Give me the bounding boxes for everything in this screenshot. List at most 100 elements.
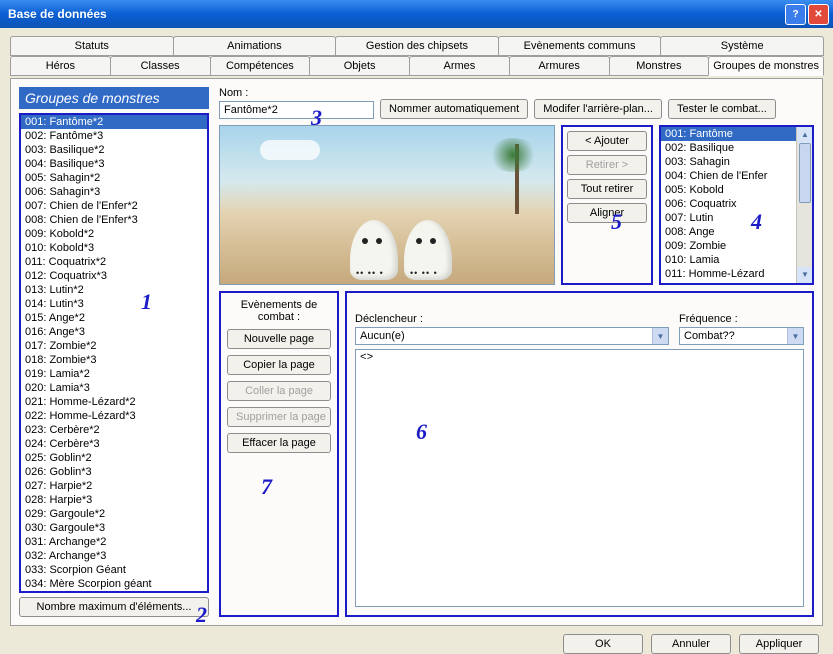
clear-page-button[interactable]: Effacer la page xyxy=(227,433,331,453)
scrollbar[interactable]: ▲ ▼ xyxy=(796,127,812,283)
battle-preview[interactable] xyxy=(219,125,555,285)
tab-heroes[interactable]: Héros xyxy=(10,56,111,76)
chevron-down-icon[interactable]: ▼ xyxy=(787,328,803,344)
tab-chipsets[interactable]: Gestion des chipsets xyxy=(335,36,499,56)
list-item[interactable]: 011: Homme-Lézard xyxy=(661,267,812,281)
frequency-label: Fréquence : xyxy=(679,313,804,325)
trigger-label: Déclencheur : xyxy=(355,313,669,325)
list-item[interactable]: 028: Harpie*3 xyxy=(21,493,207,507)
add-monster-button[interactable]: < Ajouter xyxy=(567,131,647,151)
list-item[interactable]: 027: Harpie*2 xyxy=(21,479,207,493)
tab-weapons[interactable]: Armes xyxy=(409,56,510,76)
tab-common-events[interactable]: Evènements communs xyxy=(498,36,662,56)
list-item[interactable]: 013: Lutin*2 xyxy=(21,283,207,297)
monster-sprite[interactable] xyxy=(350,220,398,280)
chevron-down-icon[interactable]: ▼ xyxy=(652,328,668,344)
apply-button[interactable]: Appliquer xyxy=(739,634,819,654)
list-item[interactable]: 011: Coquatrix*2 xyxy=(21,255,207,269)
list-item[interactable]: 033: Scorpion Géant xyxy=(21,563,207,577)
list-item[interactable]: 015: Ange*2 xyxy=(21,311,207,325)
list-item[interactable]: 032: Archange*3 xyxy=(21,549,207,563)
list-item[interactable]: 012: Coquatrix*3 xyxy=(21,269,207,283)
list-item[interactable]: 003: Basilique*2 xyxy=(21,143,207,157)
tab-armors[interactable]: Armures xyxy=(509,56,610,76)
list-item[interactable]: 004: Basilique*3 xyxy=(21,157,207,171)
list-item[interactable]: 017: Zombie*2 xyxy=(21,339,207,353)
list-item[interactable]: 018: Zombie*3 xyxy=(21,353,207,367)
name-label: Nom : xyxy=(219,87,374,99)
list-item[interactable]: 005: Kobold xyxy=(661,183,812,197)
list-item[interactable]: 029: Gargoule*2 xyxy=(21,507,207,521)
align-button[interactable]: Aligner xyxy=(567,203,647,223)
tab-statuts[interactable]: Statuts xyxy=(10,36,174,56)
titlebar: Base de données ? ✕ xyxy=(0,0,833,28)
list-item[interactable]: 022: Homme-Lézard*3 xyxy=(21,409,207,423)
list-item[interactable]: 010: Kobold*3 xyxy=(21,241,207,255)
list-item[interactable]: 004: Chien de l'Enfer xyxy=(661,169,812,183)
tab-system[interactable]: Système xyxy=(660,36,824,56)
monster-sprite[interactable] xyxy=(404,220,452,280)
edit-bg-button[interactable]: Modifer l'arrière-plan... xyxy=(534,99,662,119)
tab-animations[interactable]: Animations xyxy=(173,36,337,56)
list-item[interactable]: 012: Cerbère xyxy=(661,281,812,285)
tab-monster-groups[interactable]: Groupes de monstres xyxy=(708,56,824,76)
list-item[interactable]: 030: Gargoule*3 xyxy=(21,521,207,535)
tab-monsters[interactable]: Monstres xyxy=(609,56,710,76)
left-panel-header: Groupes de monstres xyxy=(19,87,209,109)
paste-page-button[interactable]: Coller la page xyxy=(227,381,331,401)
list-item[interactable]: 009: Zombie xyxy=(661,239,812,253)
list-item[interactable]: 009: Kobold*2 xyxy=(21,227,207,241)
remove-all-button[interactable]: Tout retirer xyxy=(567,179,647,199)
scroll-thumb[interactable] xyxy=(799,143,811,203)
list-item[interactable]: 001: Fantôme*2 xyxy=(21,115,207,129)
group-listbox[interactable]: 001: Fantôme*2002: Fantôme*3003: Basiliq… xyxy=(19,113,209,593)
list-item[interactable]: 020: Lamia*3 xyxy=(21,381,207,395)
max-items-button[interactable]: Nombre maximum d'éléments... xyxy=(19,597,209,617)
list-item[interactable]: 002: Basilique xyxy=(661,141,812,155)
tab-classes[interactable]: Classes xyxy=(110,56,211,76)
list-item[interactable]: 034: Mère Scorpion géant xyxy=(21,577,207,591)
remove-monster-button[interactable]: Retirer > xyxy=(567,155,647,175)
list-item[interactable]: 016: Ange*3 xyxy=(21,325,207,339)
frequency-combo[interactable]: Combat?? ▼ xyxy=(679,327,804,345)
test-battle-button[interactable]: Tester le combat... xyxy=(668,99,776,119)
list-item[interactable]: 025: Goblin*2 xyxy=(21,451,207,465)
close-button[interactable]: ✕ xyxy=(808,4,829,25)
list-item[interactable]: 003: Sahagin xyxy=(661,155,812,169)
event-pages-panel: Evènements de combat : Nouvelle page Cop… xyxy=(219,291,339,617)
list-item[interactable]: 021: Homme-Lézard*2 xyxy=(21,395,207,409)
list-item[interactable]: 031: Archange*2 xyxy=(21,535,207,549)
list-item[interactable]: 005: Sahagin*2 xyxy=(21,171,207,185)
list-item[interactable]: 008: Chien de l'Enfer*3 xyxy=(21,213,207,227)
tab-items[interactable]: Objets xyxy=(309,56,410,76)
cancel-button[interactable]: Annuler xyxy=(651,634,731,654)
scroll-up-icon[interactable]: ▲ xyxy=(797,127,813,143)
frequency-value: Combat?? xyxy=(680,328,787,344)
command-list[interactable]: <> xyxy=(355,349,804,607)
list-item[interactable]: 008: Ange xyxy=(661,225,812,239)
list-item[interactable]: 023: Cerbère*2 xyxy=(21,423,207,437)
list-item[interactable]: 026: Goblin*3 xyxy=(21,465,207,479)
list-item[interactable]: 007: Chien de l'Enfer*2 xyxy=(21,199,207,213)
copy-page-button[interactable]: Copier la page xyxy=(227,355,331,375)
trigger-combo[interactable]: Aucun(e) ▼ xyxy=(355,327,669,345)
list-item[interactable]: 010: Lamia xyxy=(661,253,812,267)
list-item[interactable]: 024: Cerbère*3 xyxy=(21,437,207,451)
window-title: Base de données xyxy=(8,7,107,21)
list-item[interactable]: 002: Fantôme*3 xyxy=(21,129,207,143)
list-item[interactable]: 006: Coquatrix xyxy=(661,197,812,211)
monster-listbox[interactable]: 001: Fantôme002: Basilique003: Sahagin00… xyxy=(659,125,814,285)
list-item[interactable]: 001: Fantôme xyxy=(661,127,812,141)
tab-skills[interactable]: Compétences xyxy=(210,56,311,76)
delete-page-button[interactable]: Supprimer la page xyxy=(227,407,331,427)
list-item[interactable]: 014: Lutin*3 xyxy=(21,297,207,311)
list-item[interactable]: 007: Lutin xyxy=(661,211,812,225)
auto-name-button[interactable]: Nommer automatiquement xyxy=(380,99,528,119)
name-input[interactable] xyxy=(219,101,374,119)
new-page-button[interactable]: Nouvelle page xyxy=(227,329,331,349)
list-item[interactable]: 019: Lamia*2 xyxy=(21,367,207,381)
list-item[interactable]: 006: Sahagin*3 xyxy=(21,185,207,199)
ok-button[interactable]: OK xyxy=(563,634,643,654)
help-button[interactable]: ? xyxy=(785,4,806,25)
scroll-down-icon[interactable]: ▼ xyxy=(797,267,813,283)
